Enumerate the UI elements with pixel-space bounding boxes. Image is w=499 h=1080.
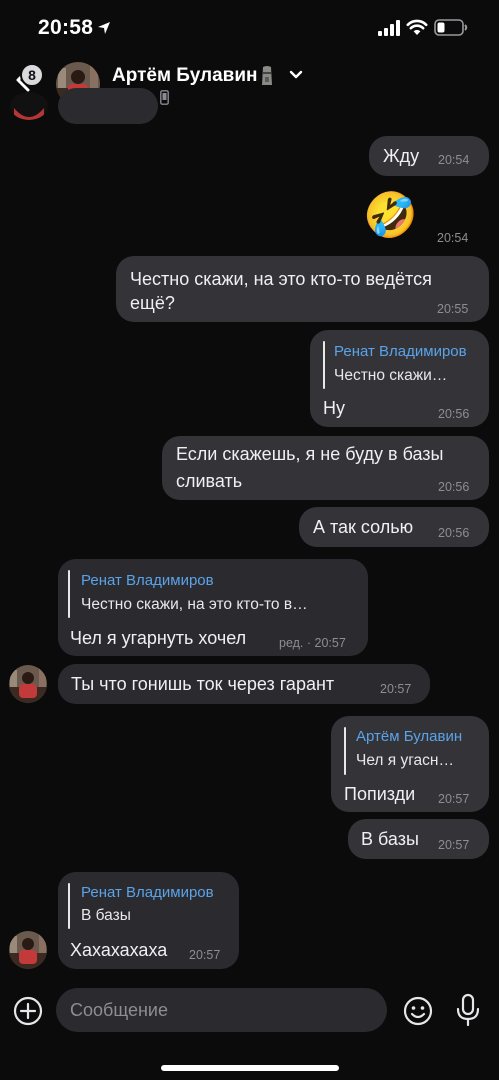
message-text-line: Честно скажи, на это кто-то ведётся (130, 269, 432, 289)
message-bubble[interactable]: Жду 20:54 (369, 136, 489, 176)
reply-author: Ренат Владимиров (81, 884, 214, 901)
message-time: 20:54 (437, 231, 469, 245)
message-bubble[interactable]: В базы 20:57 (348, 819, 489, 859)
message-time: 20:56 (438, 526, 470, 540)
status-time: 20:58 (38, 16, 94, 39)
sender-avatar[interactable] (9, 931, 47, 969)
reply-bar (68, 570, 70, 618)
microphone-icon[interactable] (452, 993, 484, 1027)
message-time: 20:54 (438, 153, 470, 167)
smile-icon[interactable] (402, 995, 434, 1027)
message-text: Жду (383, 146, 420, 166)
message-bubble[interactable]: Честно скажи, на это кто-то ведётся ещё?… (116, 256, 489, 322)
home-indicator[interactable] (161, 1065, 339, 1071)
reply-author: Артём Булавин (356, 728, 463, 745)
message-time-edited: ред. · 20:57 (279, 636, 346, 650)
message-bubble[interactable]: А так солью 20:56 (299, 507, 489, 547)
message-time: 20:57 (438, 792, 470, 806)
reply-bar (68, 883, 70, 929)
message-text: Чел я угарнуть хочел (70, 628, 247, 648)
message-time: 20:56 (438, 407, 470, 421)
message-text: В базы (361, 829, 419, 849)
message-text: Хахахахаха (70, 940, 168, 960)
message-text-line: ещё? (130, 293, 175, 313)
message-bubble[interactable]: Если скажешь, я не буду в базы сливать 2… (162, 436, 489, 500)
message-text: Попизди (344, 784, 416, 804)
reply-bar (344, 727, 346, 775)
cellular-signal-icon (378, 20, 400, 36)
reply-quote-text: Честно скажи, на это кто-то в… (81, 596, 308, 613)
plus-circle-icon[interactable] (12, 995, 44, 1027)
reply-quote-text: В базы (81, 907, 131, 924)
reply-message-bubble[interactable]: Ренат Владимиров Честно скажи, на это кт… (58, 559, 368, 656)
message-input[interactable] (56, 988, 387, 1032)
message-text-line: сливать (176, 471, 243, 491)
message-composer (0, 985, 499, 1080)
reply-quote-text: Честно скажи… (334, 367, 448, 384)
message-time: 20:55 (437, 302, 469, 316)
sender-avatar[interactable] (9, 665, 47, 703)
emoji-message[interactable]: 🤣 (363, 190, 419, 242)
reply-message-bubble[interactable]: Артём Булавин Чел я угасн… Попизди 20:57 (331, 716, 489, 812)
message-text-line: Если скажешь, я не буду в базы (176, 444, 444, 464)
wifi-icon (406, 19, 428, 35)
location-arrow-icon (98, 22, 110, 34)
message-time: 20:56 (438, 480, 470, 494)
message-time: 20:57 (380, 682, 412, 696)
reply-message-bubble[interactable]: Ренат Владимиров В базы Хахахахаха 20:57 (58, 872, 239, 969)
reply-quote-text: Чел я угасн… (356, 752, 454, 769)
reply-author: Ренат Владимиров (81, 572, 214, 589)
reply-message-bubble[interactable]: Ренат Владимиров Честно скажи… Ну 20:56 (310, 330, 489, 427)
message-text: А так солью (313, 517, 414, 537)
message-text: Ты что гонишь ток через гарант (71, 674, 335, 694)
reply-author: Ренат Владимиров (334, 343, 467, 360)
message-text: Ну (323, 398, 345, 418)
battery-icon (434, 19, 468, 36)
status-bar: 20:58 (0, 0, 499, 56)
reply-bar (323, 341, 325, 389)
message-bubble[interactable]: Ты что гонишь ток через гарант 20:57 (58, 664, 430, 704)
message-time: 20:57 (189, 948, 221, 962)
message-time: 20:57 (438, 838, 470, 852)
